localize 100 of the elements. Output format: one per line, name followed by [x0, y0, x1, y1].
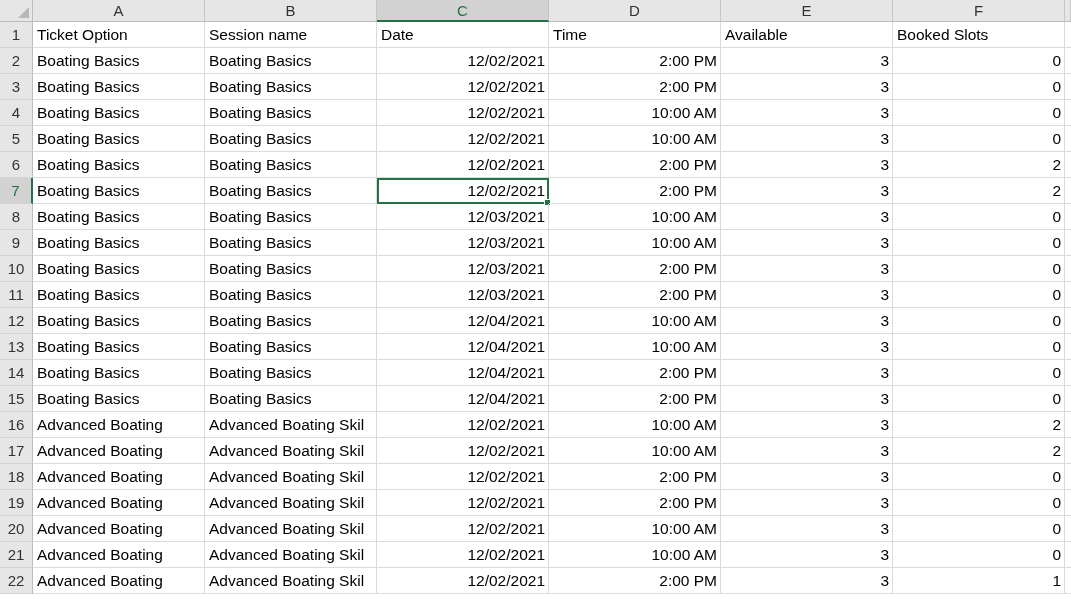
row-header[interactable]: 10 — [0, 256, 33, 282]
triangle-icon — [18, 7, 29, 18]
table-cell: 12/02/2021 — [377, 490, 549, 516]
table-cell: 12/02/2021 — [377, 152, 549, 178]
table-cell: Boating Basics — [205, 282, 377, 308]
table-cell: 0 — [893, 516, 1065, 542]
row-header[interactable]: 1 — [0, 22, 33, 48]
table-cell: 2:00 PM — [549, 256, 721, 282]
row-header[interactable]: 4 — [0, 100, 33, 126]
row-header[interactable]: 3 — [0, 74, 33, 100]
table-cell: 0 — [893, 48, 1065, 74]
table-cell: 0 — [893, 308, 1065, 334]
table-cell: Boating Basics — [33, 386, 205, 412]
row-header[interactable]: 11 — [0, 282, 33, 308]
table-cell: 10:00 AM — [549, 100, 721, 126]
table-cell: Boating Basics — [205, 74, 377, 100]
table-cell: 12/03/2021 — [377, 256, 549, 282]
table-cell: 12/02/2021 — [377, 100, 549, 126]
row-header[interactable]: 13 — [0, 334, 33, 360]
table-cell: 0 — [893, 100, 1065, 126]
table-cell: 3 — [721, 126, 893, 152]
row-header[interactable]: 7 — [0, 178, 33, 204]
table-cell: 0 — [893, 490, 1065, 516]
row-header[interactable]: 15 — [0, 386, 33, 412]
table-cell: 2:00 PM — [549, 152, 721, 178]
table-cell: 0 — [893, 204, 1065, 230]
table-cell: Boating Basics — [205, 308, 377, 334]
table-cell: Available — [721, 22, 893, 48]
row-header[interactable]: 6 — [0, 152, 33, 178]
table-cell: 12/02/2021 — [377, 48, 549, 74]
row-header[interactable]: 9 — [0, 230, 33, 256]
table-cell: 0 — [893, 230, 1065, 256]
row-header[interactable]: 8 — [0, 204, 33, 230]
table-cell: 2:00 PM — [549, 360, 721, 386]
table-cell: 2:00 PM — [549, 490, 721, 516]
table-cell: 10:00 AM — [549, 308, 721, 334]
table-cell: Boating Basics — [33, 282, 205, 308]
table-cell: 0 — [893, 282, 1065, 308]
table-cell: Boating Basics — [33, 230, 205, 256]
table-cell: 12/04/2021 — [377, 334, 549, 360]
table-cell: 2 — [893, 438, 1065, 464]
row-header[interactable]: 17 — [0, 438, 33, 464]
table-cell: 3 — [721, 516, 893, 542]
table-cell: 10:00 AM — [549, 438, 721, 464]
row-header[interactable]: 18 — [0, 464, 33, 490]
column-header[interactable]: D — [549, 0, 721, 22]
column-header[interactable]: A — [33, 0, 205, 22]
table-cell: 3 — [721, 412, 893, 438]
table-cell: Ticket Option — [33, 22, 205, 48]
table-cell: Boating Basics — [33, 178, 205, 204]
table-cell: 12/03/2021 — [377, 204, 549, 230]
row-header[interactable]: 19 — [0, 490, 33, 516]
table-cell: 12/02/2021 — [377, 568, 549, 594]
row-header[interactable]: 21 — [0, 542, 33, 568]
table-cell: 0 — [893, 386, 1065, 412]
table-cell: 2:00 PM — [549, 74, 721, 100]
select-all-button[interactable] — [0, 0, 33, 22]
table-cell: Advanced Boating — [33, 516, 205, 542]
table-cell: 3 — [721, 100, 893, 126]
row-header[interactable]: 12 — [0, 308, 33, 334]
row-header[interactable]: 5 — [0, 126, 33, 152]
table-cell: 2 — [893, 178, 1065, 204]
table-cell: 2:00 PM — [549, 48, 721, 74]
table-cell: 1 — [893, 568, 1065, 594]
table-cell: Boating Basics — [205, 334, 377, 360]
row-header[interactable]: 14 — [0, 360, 33, 386]
table-cell: 2:00 PM — [549, 464, 721, 490]
table-cell: 12/02/2021 — [377, 542, 549, 568]
row-header[interactable]: 22 — [0, 568, 33, 594]
table-cell: 10:00 AM — [549, 516, 721, 542]
row-header[interactable]: 16 — [0, 412, 33, 438]
table-cell: 10:00 AM — [549, 334, 721, 360]
column-header[interactable]: F — [893, 0, 1065, 22]
table-cell: Advanced Boating Skil — [205, 542, 377, 568]
table-cell: Boating Basics — [33, 256, 205, 282]
table-cell: Advanced Boating — [33, 464, 205, 490]
table-cell: 0 — [893, 360, 1065, 386]
table-cell: 2:00 PM — [549, 386, 721, 412]
table-cell: 12/02/2021 — [377, 412, 549, 438]
table-cell: 3 — [721, 152, 893, 178]
table-cell: 3 — [721, 438, 893, 464]
row-header[interactable]: 2 — [0, 48, 33, 74]
table-cell: 10:00 AM — [549, 542, 721, 568]
table-cell: Advanced Boating — [33, 438, 205, 464]
table-cell: 12/03/2021 — [377, 282, 549, 308]
table-cell: Date — [377, 22, 549, 48]
row-header[interactable]: 20 — [0, 516, 33, 542]
table-cell: Session name — [205, 22, 377, 48]
table-cell: 2 — [893, 412, 1065, 438]
table-cell: Boating Basics — [205, 126, 377, 152]
table-cell: 10:00 AM — [549, 126, 721, 152]
table-cell: 0 — [893, 256, 1065, 282]
table-cell: 12/04/2021 — [377, 308, 549, 334]
table-cell: Boating Basics — [205, 360, 377, 386]
column-header[interactable]: B — [205, 0, 377, 22]
table-cell: 3 — [721, 256, 893, 282]
column-header[interactable]: E — [721, 0, 893, 22]
column-header[interactable] — [1065, 0, 1071, 22]
column-header[interactable]: C — [377, 0, 549, 22]
table-cell: Boating Basics — [33, 100, 205, 126]
